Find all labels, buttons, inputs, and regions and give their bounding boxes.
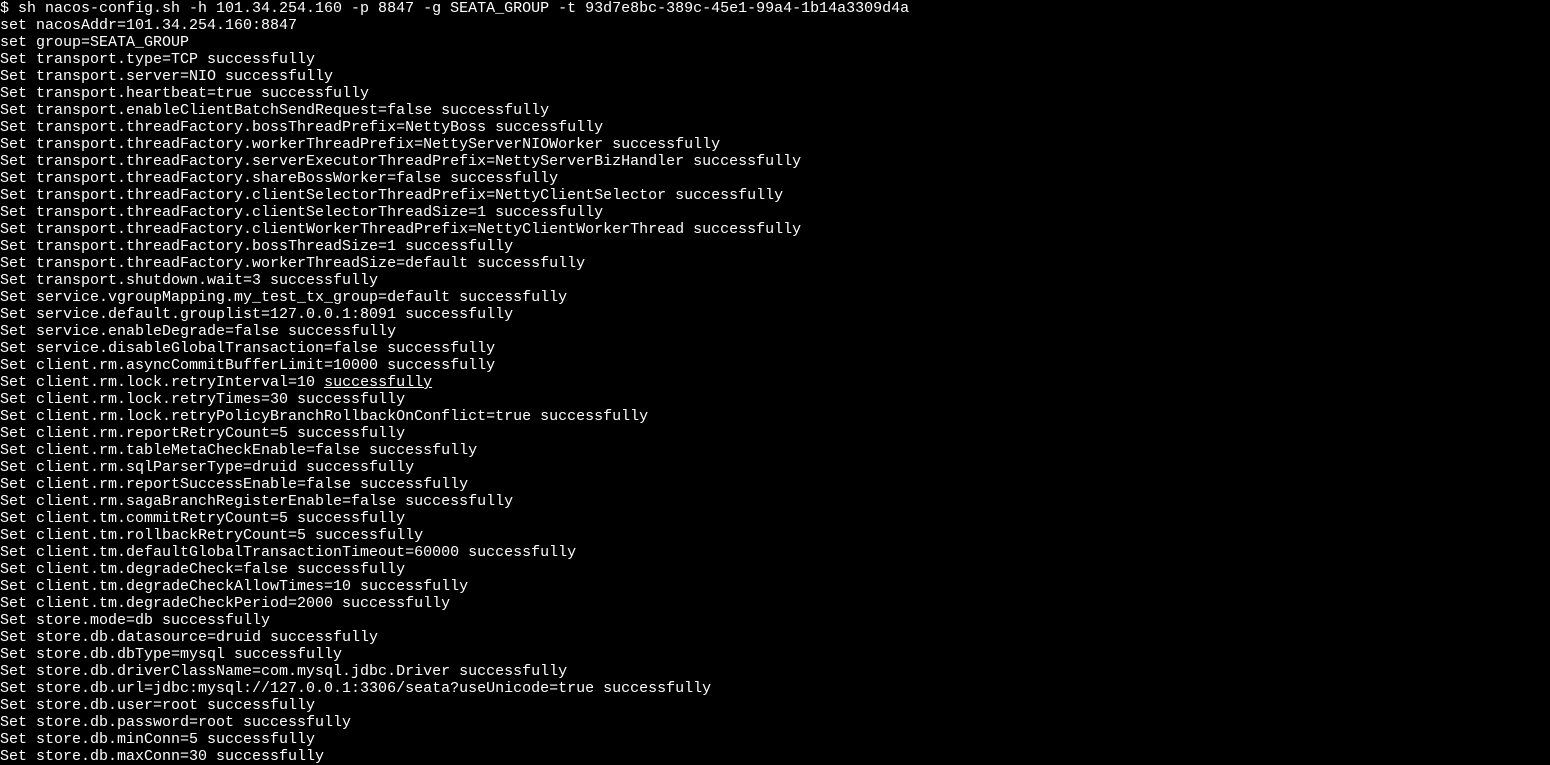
terminal-line: Set transport.threadFactory.workerThread…	[0, 255, 1550, 272]
terminal-line: Set store.db.driverClassName=com.mysql.j…	[0, 663, 1550, 680]
terminal-line: Set client.rm.lock.retryInterval=10 succ…	[0, 374, 1550, 391]
terminal-line: Set client.rm.lock.retryTimes=30 success…	[0, 391, 1550, 408]
terminal-line: Set store.db.url=jdbc:mysql://127.0.0.1:…	[0, 680, 1550, 697]
terminal-line: Set client.rm.asyncCommitBufferLimit=100…	[0, 357, 1550, 374]
terminal-line: Set store.db.password=root successfully	[0, 714, 1550, 731]
terminal-line: Set client.rm.lock.retryPolicyBranchRoll…	[0, 408, 1550, 425]
terminal-line: $ sh nacos-config.sh -h 101.34.254.160 -…	[0, 0, 1550, 17]
terminal-line: Set transport.threadFactory.workerThread…	[0, 136, 1550, 153]
terminal-line: set group=SEATA_GROUP	[0, 34, 1550, 51]
terminal-line: Set client.rm.tableMetaCheckEnable=false…	[0, 442, 1550, 459]
terminal-line: Set client.tm.degradeCheckAllowTimes=10 …	[0, 578, 1550, 595]
terminal-line: Set transport.threadFactory.bossThreadSi…	[0, 238, 1550, 255]
terminal-line: Set store.mode=db successfully	[0, 612, 1550, 629]
terminal-line: Set client.rm.reportRetryCount=5 success…	[0, 425, 1550, 442]
terminal-line: Set store.db.minConn=5 successfully	[0, 731, 1550, 748]
terminal-line: Set service.disableGlobalTransaction=fal…	[0, 340, 1550, 357]
terminal-line: Set transport.type=TCP successfully	[0, 51, 1550, 68]
terminal-line: Set transport.threadFactory.clientSelect…	[0, 187, 1550, 204]
terminal-line: Set client.tm.rollbackRetryCount=5 succe…	[0, 527, 1550, 544]
terminal-line: Set store.db.dbType=mysql successfully	[0, 646, 1550, 663]
terminal-line: Set store.db.datasource=druid successful…	[0, 629, 1550, 646]
terminal-line: Set client.tm.degradeCheck=false success…	[0, 561, 1550, 578]
terminal-line: Set client.tm.commitRetryCount=5 success…	[0, 510, 1550, 527]
terminal-line: Set store.db.maxConn=30 successfully	[0, 748, 1550, 765]
terminal-line: Set service.enableDegrade=false successf…	[0, 323, 1550, 340]
terminal-line: Set transport.threadFactory.shareBossWor…	[0, 170, 1550, 187]
terminal-line: Set client.tm.degradeCheckPeriod=2000 su…	[0, 595, 1550, 612]
terminal-line: Set transport.shutdown.wait=3 successful…	[0, 272, 1550, 289]
terminal-line: Set client.rm.sagaBranchRegisterEnable=f…	[0, 493, 1550, 510]
terminal-line: Set service.vgroupMapping.my_test_tx_gro…	[0, 289, 1550, 306]
terminal-line: Set transport.threadFactory.bossThreadPr…	[0, 119, 1550, 136]
terminal-line: Set client.rm.reportSuccessEnable=false …	[0, 476, 1550, 493]
terminal-line: Set client.tm.defaultGlobalTransactionTi…	[0, 544, 1550, 561]
terminal-line: Set transport.server=NIO successfully	[0, 68, 1550, 85]
terminal-line: Set transport.threadFactory.serverExecut…	[0, 153, 1550, 170]
terminal-line: Set service.default.grouplist=127.0.0.1:…	[0, 306, 1550, 323]
terminal-output[interactable]: $ sh nacos-config.sh -h 101.34.254.160 -…	[0, 0, 1550, 765]
terminal-line: Set transport.enableClientBatchSendReque…	[0, 102, 1550, 119]
terminal-line: Set transport.heartbeat=true successfull…	[0, 85, 1550, 102]
terminal-line: set nacosAddr=101.34.254.160:8847	[0, 17, 1550, 34]
terminal-line: Set transport.threadFactory.clientWorker…	[0, 221, 1550, 238]
terminal-line: Set store.db.user=root successfully	[0, 697, 1550, 714]
terminal-line: Set transport.threadFactory.clientSelect…	[0, 204, 1550, 221]
terminal-line: Set client.rm.sqlParserType=druid succes…	[0, 459, 1550, 476]
